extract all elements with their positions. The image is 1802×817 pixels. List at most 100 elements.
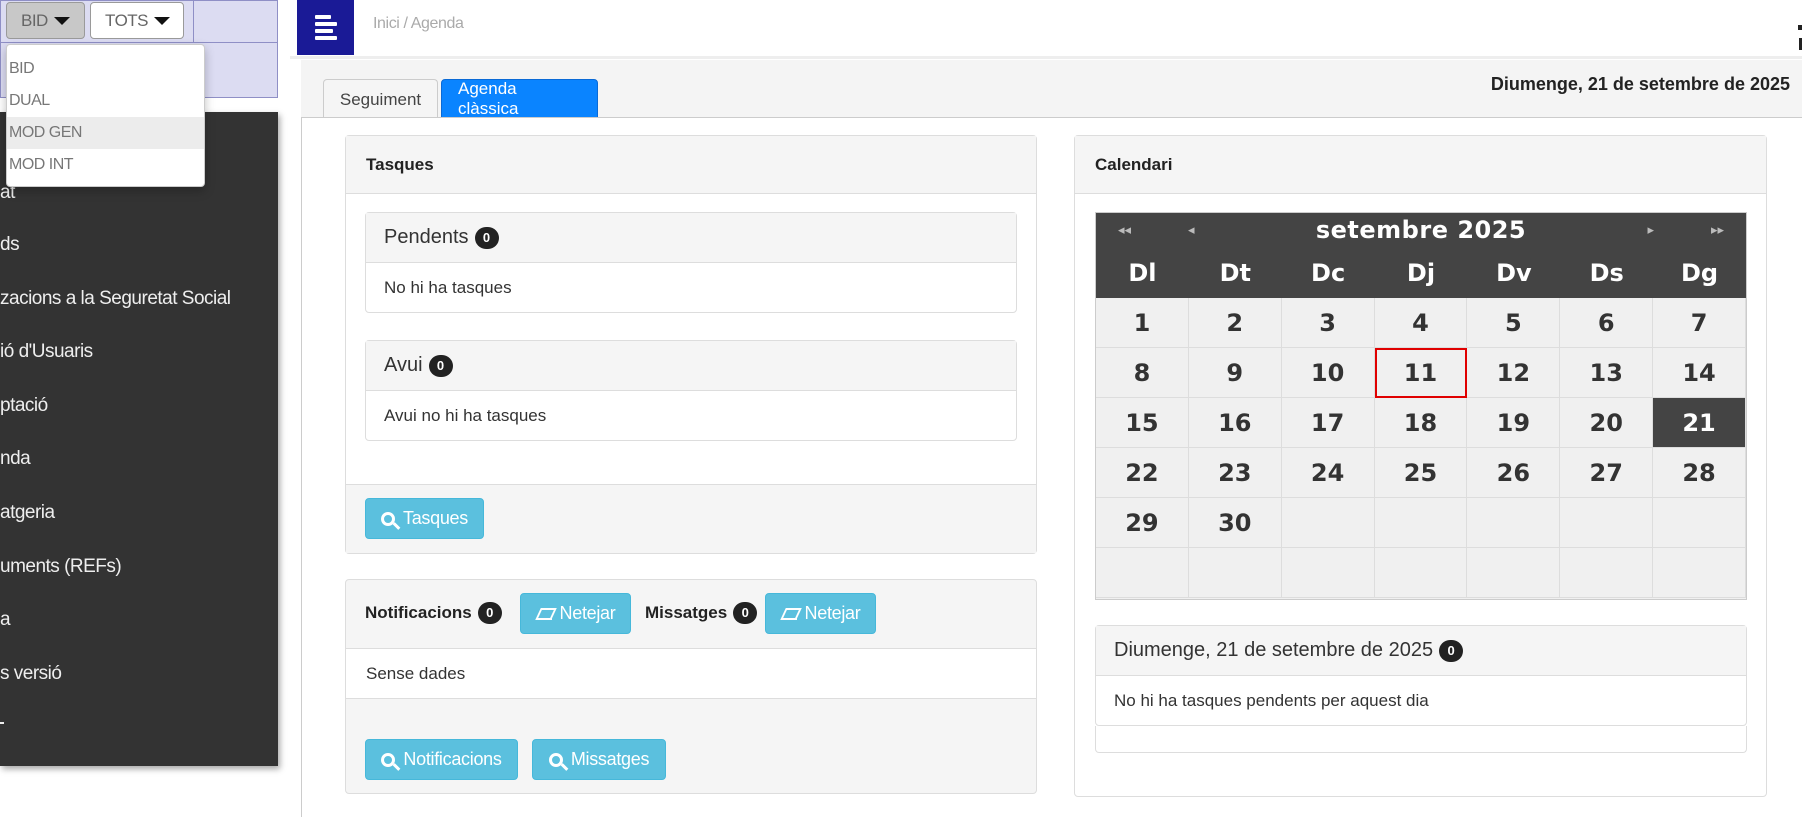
calendar-day[interactable]: 19 — [1467, 398, 1561, 448]
menu-toggle-button[interactable] — [297, 0, 354, 55]
calendar-day[interactable]: 26 — [1467, 448, 1561, 498]
calendar-panel-title: Calendari — [1075, 136, 1766, 194]
program-filter-select[interactable]: BID — [6, 2, 85, 39]
calendar-day[interactable]: 4 — [1374, 298, 1468, 348]
calendar-day[interactable]: 10 — [1281, 348, 1375, 398]
clear-notifications-button[interactable]: Netejar — [520, 593, 631, 634]
dropdown-option-bid[interactable]: BID — [7, 53, 204, 85]
calendar-day[interactable]: 2 — [1188, 298, 1282, 348]
calendar-day[interactable]: 5 — [1467, 298, 1561, 348]
calendar-day[interactable]: 3 — [1281, 298, 1375, 348]
clear-notifications-label: Netejar — [559, 603, 616, 623]
calendar-day[interactable]: 6 — [1560, 298, 1654, 348]
sidebar-item-usuaris[interactable]: ió d'Usuaris — [0, 341, 93, 363]
calendar-month-bar: ◂◂ ◂ setembre 2025 ▸ ▸▸ — [1096, 213, 1746, 248]
dropdown-option-mod-int[interactable]: MOD INT — [7, 149, 204, 181]
calendar-day[interactable]: 28 — [1653, 448, 1746, 498]
tasks-search-button[interactable]: Tasques — [365, 498, 484, 539]
current-date-title: Diumenge, 21 de setembre de 2025 — [1490, 74, 1790, 94]
breadcrumb[interactable]: Inici / Agenda — [373, 15, 464, 33]
sidebar-item-marker — [0, 722, 4, 724]
calendar-day[interactable]: 8 — [1096, 348, 1189, 398]
clear-messages-button[interactable]: Netejar — [765, 593, 876, 634]
header-divider — [290, 56, 1802, 59]
filter-box-edge — [193, 1, 194, 42]
sidebar-item-9[interactable]: a — [0, 609, 11, 631]
calendar-day[interactable]: 22 — [1096, 448, 1189, 498]
search-icon — [381, 511, 396, 526]
day-count-badge: 0 — [1439, 639, 1464, 662]
calendar-empty-cell — [1188, 548, 1282, 598]
today-count-badge: 0 — [428, 354, 453, 377]
search-icon — [548, 752, 563, 767]
calendar-day[interactable]: 30 — [1188, 498, 1282, 548]
calendar-day[interactable]: 14 — [1653, 348, 1746, 398]
calendar-day[interactable]: 13 — [1560, 348, 1654, 398]
calendar-empty-cell — [1653, 548, 1746, 598]
day-tasks-empty: No hi ha tasques pendents per aquest dia — [1114, 690, 1429, 710]
calendar-day[interactable]: 23 — [1188, 448, 1282, 498]
calendar-day[interactable]: 1 — [1096, 298, 1189, 348]
messages-search-button[interactable]: Missatges — [532, 739, 666, 780]
notifications-label: Notificacions — [365, 603, 472, 622]
pending-tasks-panel: Pendents 0 No hi ha tasques — [365, 212, 1017, 313]
calendar-day[interactable]: 11 — [1374, 348, 1468, 398]
calendar-day[interactable]: 18 — [1374, 398, 1468, 448]
today-tasks-empty: Avui no hi ha tasques — [384, 405, 547, 425]
chevron-down-icon — [53, 16, 70, 25]
calendar-empty-cell — [1374, 548, 1468, 598]
tasks-panel: Tasques Pendents 0 No hi ha tasques Avui… — [345, 135, 1037, 554]
calendar-day[interactable]: 25 — [1374, 448, 1468, 498]
today-tasks-panel: Avui 0 Avui no hi ha tasques — [365, 340, 1017, 441]
calendar-day[interactable]: 7 — [1653, 298, 1746, 348]
next-year-button[interactable]: ▸▸ — [1711, 222, 1724, 238]
pending-tasks-header: Pendents 0 — [366, 213, 1016, 263]
calendar-day[interactable]: 12 — [1467, 348, 1561, 398]
clear-messages-label: Netejar — [804, 603, 861, 623]
calendar-empty-cell — [1096, 548, 1189, 598]
calendar-day[interactable]: 29 — [1096, 498, 1189, 548]
sidebar-item-6[interactable]: nda — [0, 448, 31, 470]
calendar-widget: ◂◂ ◂ setembre 2025 ▸ ▸▸ Dl Dt Dc Dj Dv Ds Dg 1… — [1095, 212, 1747, 600]
scope-filter-select[interactable]: TOTS — [90, 2, 184, 39]
calendar-day[interactable]: 16 — [1188, 398, 1282, 448]
calendar-empty-cell — [1653, 498, 1746, 548]
calendar-day[interactable]: 17 — [1281, 398, 1375, 448]
calendar-day[interactable]: 9 — [1188, 348, 1282, 398]
weekday-label: Ds — [1589, 259, 1624, 287]
tab-agenda-classica[interactable]: Agenda clàssica — [441, 79, 598, 119]
pending-count-badge: 0 — [474, 226, 499, 249]
calendar-empty-cell — [1281, 548, 1375, 598]
calendar-day[interactable]: 24 — [1281, 448, 1375, 498]
pending-tasks-empty: No hi ha tasques — [384, 277, 512, 297]
tab-seguiment[interactable]: Seguiment — [323, 79, 438, 119]
sidebar-item-5[interactable]: ptació — [0, 395, 48, 417]
messages-heading: Missatges 0 — [645, 602, 758, 624]
notifications-empty: Sense dades — [366, 663, 466, 683]
calendar-day[interactable]: 21 — [1653, 398, 1746, 448]
menu-lines-icon — [314, 12, 337, 43]
calendar-day[interactable]: 20 — [1560, 398, 1654, 448]
day-panel-footer — [1095, 726, 1747, 753]
tasks-panel-title: Tasques — [346, 136, 1036, 194]
dropdown-option-mod-gen[interactable]: MOD GEN — [7, 117, 204, 149]
chevron-down-icon — [154, 16, 171, 25]
sidebar-item-7[interactable]: atgeria — [0, 502, 55, 524]
calendar-empty-cell — [1560, 548, 1654, 598]
weekday-label: Dt — [1219, 259, 1251, 287]
sidebar-item-2[interactable]: ds — [0, 234, 20, 256]
sidebar-item-versio[interactable]: s versió — [0, 663, 62, 685]
calendar-day-grid: 1 2 3 4 5 6 7 8 9 10 11 12 13 14 15 16 17 18 19 20 21 22 23 24 2… — [1096, 298, 1746, 598]
sidebar-item-refs[interactable]: uments (REFs) — [0, 556, 122, 578]
calendar-day[interactable]: 15 — [1096, 398, 1189, 448]
eraser-icon — [780, 608, 797, 620]
calendar-day[interactable]: 27 — [1560, 448, 1654, 498]
sidebar-menu: at ds zacions a la Seguretat Social ió d… — [0, 112, 278, 766]
notifications-body: Sense dades — [346, 648, 1036, 699]
sidebar-item-seguretat-social[interactable]: zacions a la Seguretat Social — [0, 288, 231, 310]
notifications-search-button[interactable]: Notificacions — [365, 739, 518, 780]
calendar-empty-cell — [1467, 498, 1561, 548]
day-tasks-title: Diumenge, 21 de setembre de 2025 — [1114, 639, 1434, 661]
dropdown-option-dual[interactable]: DUAL — [7, 85, 204, 117]
next-month-button[interactable]: ▸ — [1647, 222, 1654, 238]
